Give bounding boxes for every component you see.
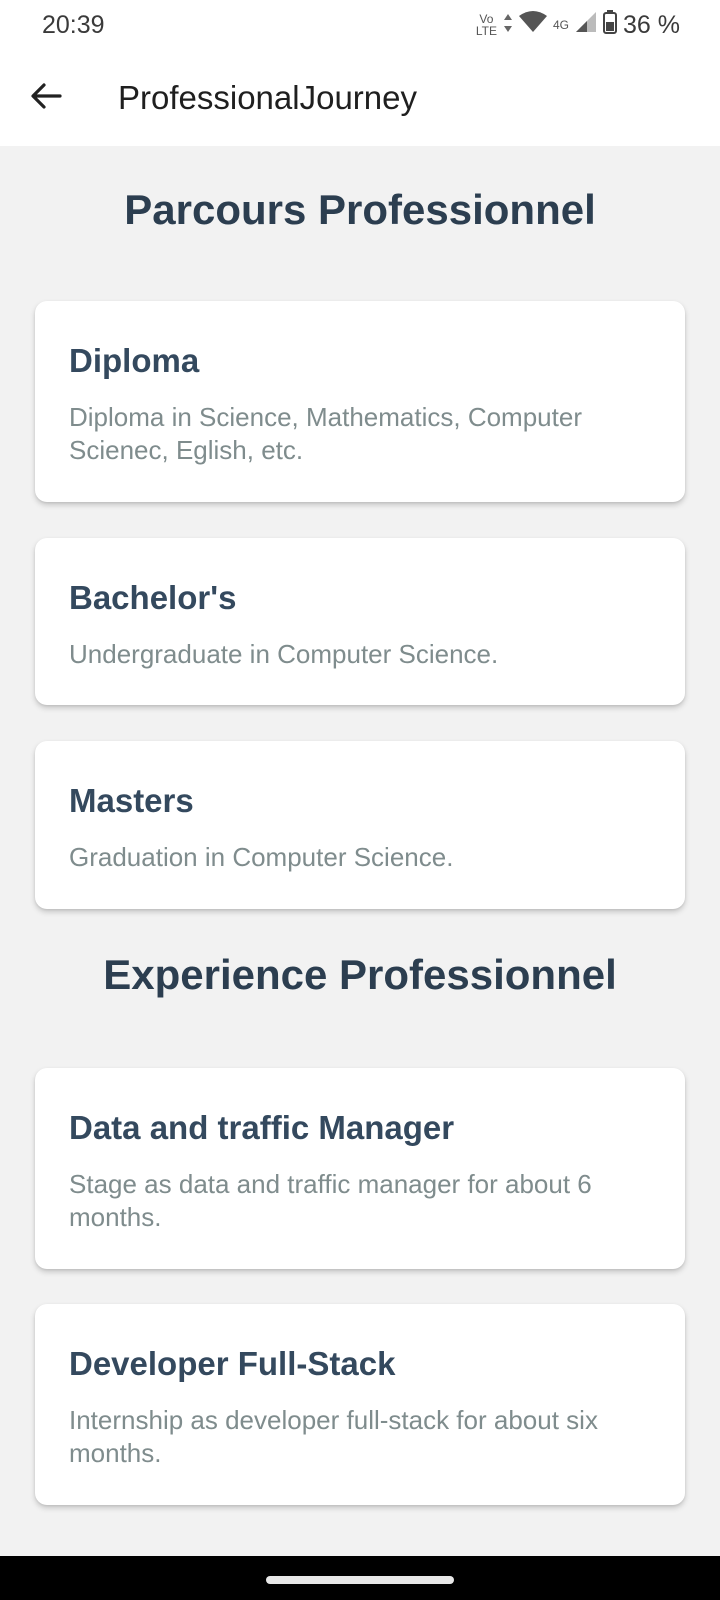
- back-button[interactable]: [16, 68, 76, 128]
- card-description: Stage as data and traffic manager for ab…: [69, 1169, 592, 1232]
- card-diploma: Diploma Diploma in Science, Mathematics,…: [35, 301, 685, 502]
- card-title: Developer Full-Stack: [69, 1345, 396, 1382]
- card-bachelors: Bachelor's Undergraduate in Computer Sci…: [35, 538, 685, 705]
- card-title: Data and traffic Manager: [69, 1109, 455, 1146]
- card-title: Bachelor's: [69, 579, 237, 616]
- status-time: 20:39: [42, 10, 105, 39]
- section-title-experience: Experience Professionnel: [103, 951, 617, 998]
- cellular-signal-icon: [575, 11, 597, 40]
- card-description: Diploma in Science, Mathematics, Compute…: [69, 402, 582, 465]
- card-description: Graduation in Computer Science.: [69, 842, 454, 872]
- data-arrows-icon: [503, 11, 513, 40]
- home-gesture-bar[interactable]: [266, 1576, 454, 1584]
- system-nav-bar: [0, 1556, 720, 1600]
- journey-content[interactable]: Parcours Professionnel Diploma Diploma i…: [0, 146, 720, 1556]
- wifi-icon: [519, 10, 547, 40]
- volte-indicator: Vo LTE: [476, 13, 497, 37]
- card-developer-full-stack: Developer Full-Stack Internship as devel…: [35, 1304, 685, 1505]
- app-title: ProfessionalJourney: [118, 79, 417, 116]
- app-bar: ProfessionalJourney: [0, 50, 720, 146]
- card-title: Masters: [69, 782, 194, 819]
- arrow-left-icon: [30, 82, 62, 115]
- status-icons: Vo LTE 4G 36 %: [476, 9, 680, 41]
- battery-icon: [603, 9, 618, 41]
- network-type-label: 4G: [553, 18, 570, 32]
- volte-bottom-label: LTE: [475, 24, 497, 38]
- battery-percent: 36 %: [623, 10, 680, 39]
- card-title: Diploma: [69, 342, 200, 379]
- card-data-traffic-manager: Data and traffic Manager Stage as data a…: [35, 1068, 685, 1269]
- status-bar: 20:39 Vo LTE 4G 36 %: [0, 0, 720, 50]
- card-description: Internship as developer full-stack for a…: [69, 1405, 598, 1468]
- section-title-education: Parcours Professionnel: [124, 186, 596, 233]
- card-masters: Masters Graduation in Computer Science.: [35, 741, 685, 909]
- card-description: Undergraduate in Computer Science.: [69, 639, 499, 669]
